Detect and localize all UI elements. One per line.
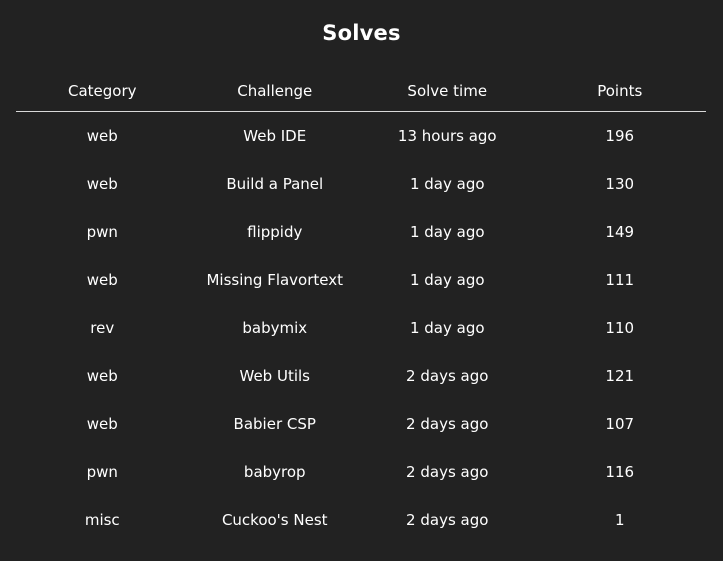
points-cell: 121 [605, 367, 635, 385]
header-points: Points [597, 81, 643, 100]
category-cell: web [86, 415, 118, 433]
challenge-cell: Build a Panel [226, 175, 324, 193]
solve-time-cell: 1 day ago [409, 271, 485, 289]
solves-table: Category Challenge Solve time Points web… [16, 70, 706, 544]
category-cell: pwn [86, 463, 118, 481]
category-cell: web [86, 175, 118, 193]
table-body: web Web IDE 13 hours ago 196 web Build a… [16, 112, 706, 544]
page-title: Solves [322, 21, 401, 45]
category-cell: web [86, 127, 118, 145]
table-row: misc Cuckoo's Nest 2 days ago 1 [16, 496, 706, 544]
table-row: web Web Utils 2 days ago 121 [16, 352, 706, 400]
table-row: web Missing Flavortext 1 day ago 111 [16, 256, 706, 304]
solve-time-cell: 2 days ago [406, 367, 489, 385]
points-cell: 110 [605, 319, 635, 337]
table-row: pwn babyrop 2 days ago 116 [16, 448, 706, 496]
points-cell: 149 [605, 223, 635, 241]
challenge-cell: Babier CSP [233, 415, 316, 433]
points-cell: 107 [605, 415, 635, 433]
challenge-cell: babyrop [243, 463, 306, 481]
solve-time-cell: 1 day ago [409, 319, 485, 337]
header-category: Category [67, 81, 137, 100]
challenge-cell: babymix [242, 319, 308, 337]
table-row: web Babier CSP 2 days ago 107 [16, 400, 706, 448]
challenge-cell: Missing Flavortext [206, 271, 344, 289]
points-cell: 1 [614, 511, 625, 529]
solve-time-cell: 1 day ago [409, 175, 485, 193]
points-cell: 196 [605, 127, 635, 145]
solve-time-cell: 2 days ago [406, 415, 489, 433]
category-cell: web [86, 271, 118, 289]
solve-time-cell: 13 hours ago [397, 127, 497, 145]
category-cell: web [86, 367, 118, 385]
points-cell: 130 [605, 175, 635, 193]
table-row: rev babymix 1 day ago 110 [16, 304, 706, 352]
header-solve-time: Solve time [407, 81, 488, 100]
solve-time-cell: 2 days ago [406, 463, 489, 481]
solve-time-cell: 1 day ago [409, 223, 485, 241]
table-row: pwn flippidy 1 day ago 149 [16, 208, 706, 256]
table-row: web Build a Panel 1 day ago 130 [16, 160, 706, 208]
header-challenge: Challenge [237, 81, 313, 100]
category-cell: pwn [86, 223, 118, 241]
solve-time-cell: 2 days ago [406, 511, 489, 529]
challenge-cell: Web Utils [239, 367, 310, 385]
category-cell: rev [90, 319, 115, 337]
table-row: web Web IDE 13 hours ago 196 [16, 112, 706, 160]
challenge-cell: Web IDE [243, 127, 307, 145]
solves-panel: Solves Category Challenge Solve time Poi… [0, 0, 723, 561]
table-header: Category Challenge Solve time Points [16, 70, 706, 112]
points-cell: 111 [605, 271, 635, 289]
points-cell: 116 [605, 463, 635, 481]
challenge-cell: Cuckoo's Nest [221, 511, 328, 529]
category-cell: misc [84, 511, 120, 529]
challenge-cell: flippidy [247, 223, 303, 241]
